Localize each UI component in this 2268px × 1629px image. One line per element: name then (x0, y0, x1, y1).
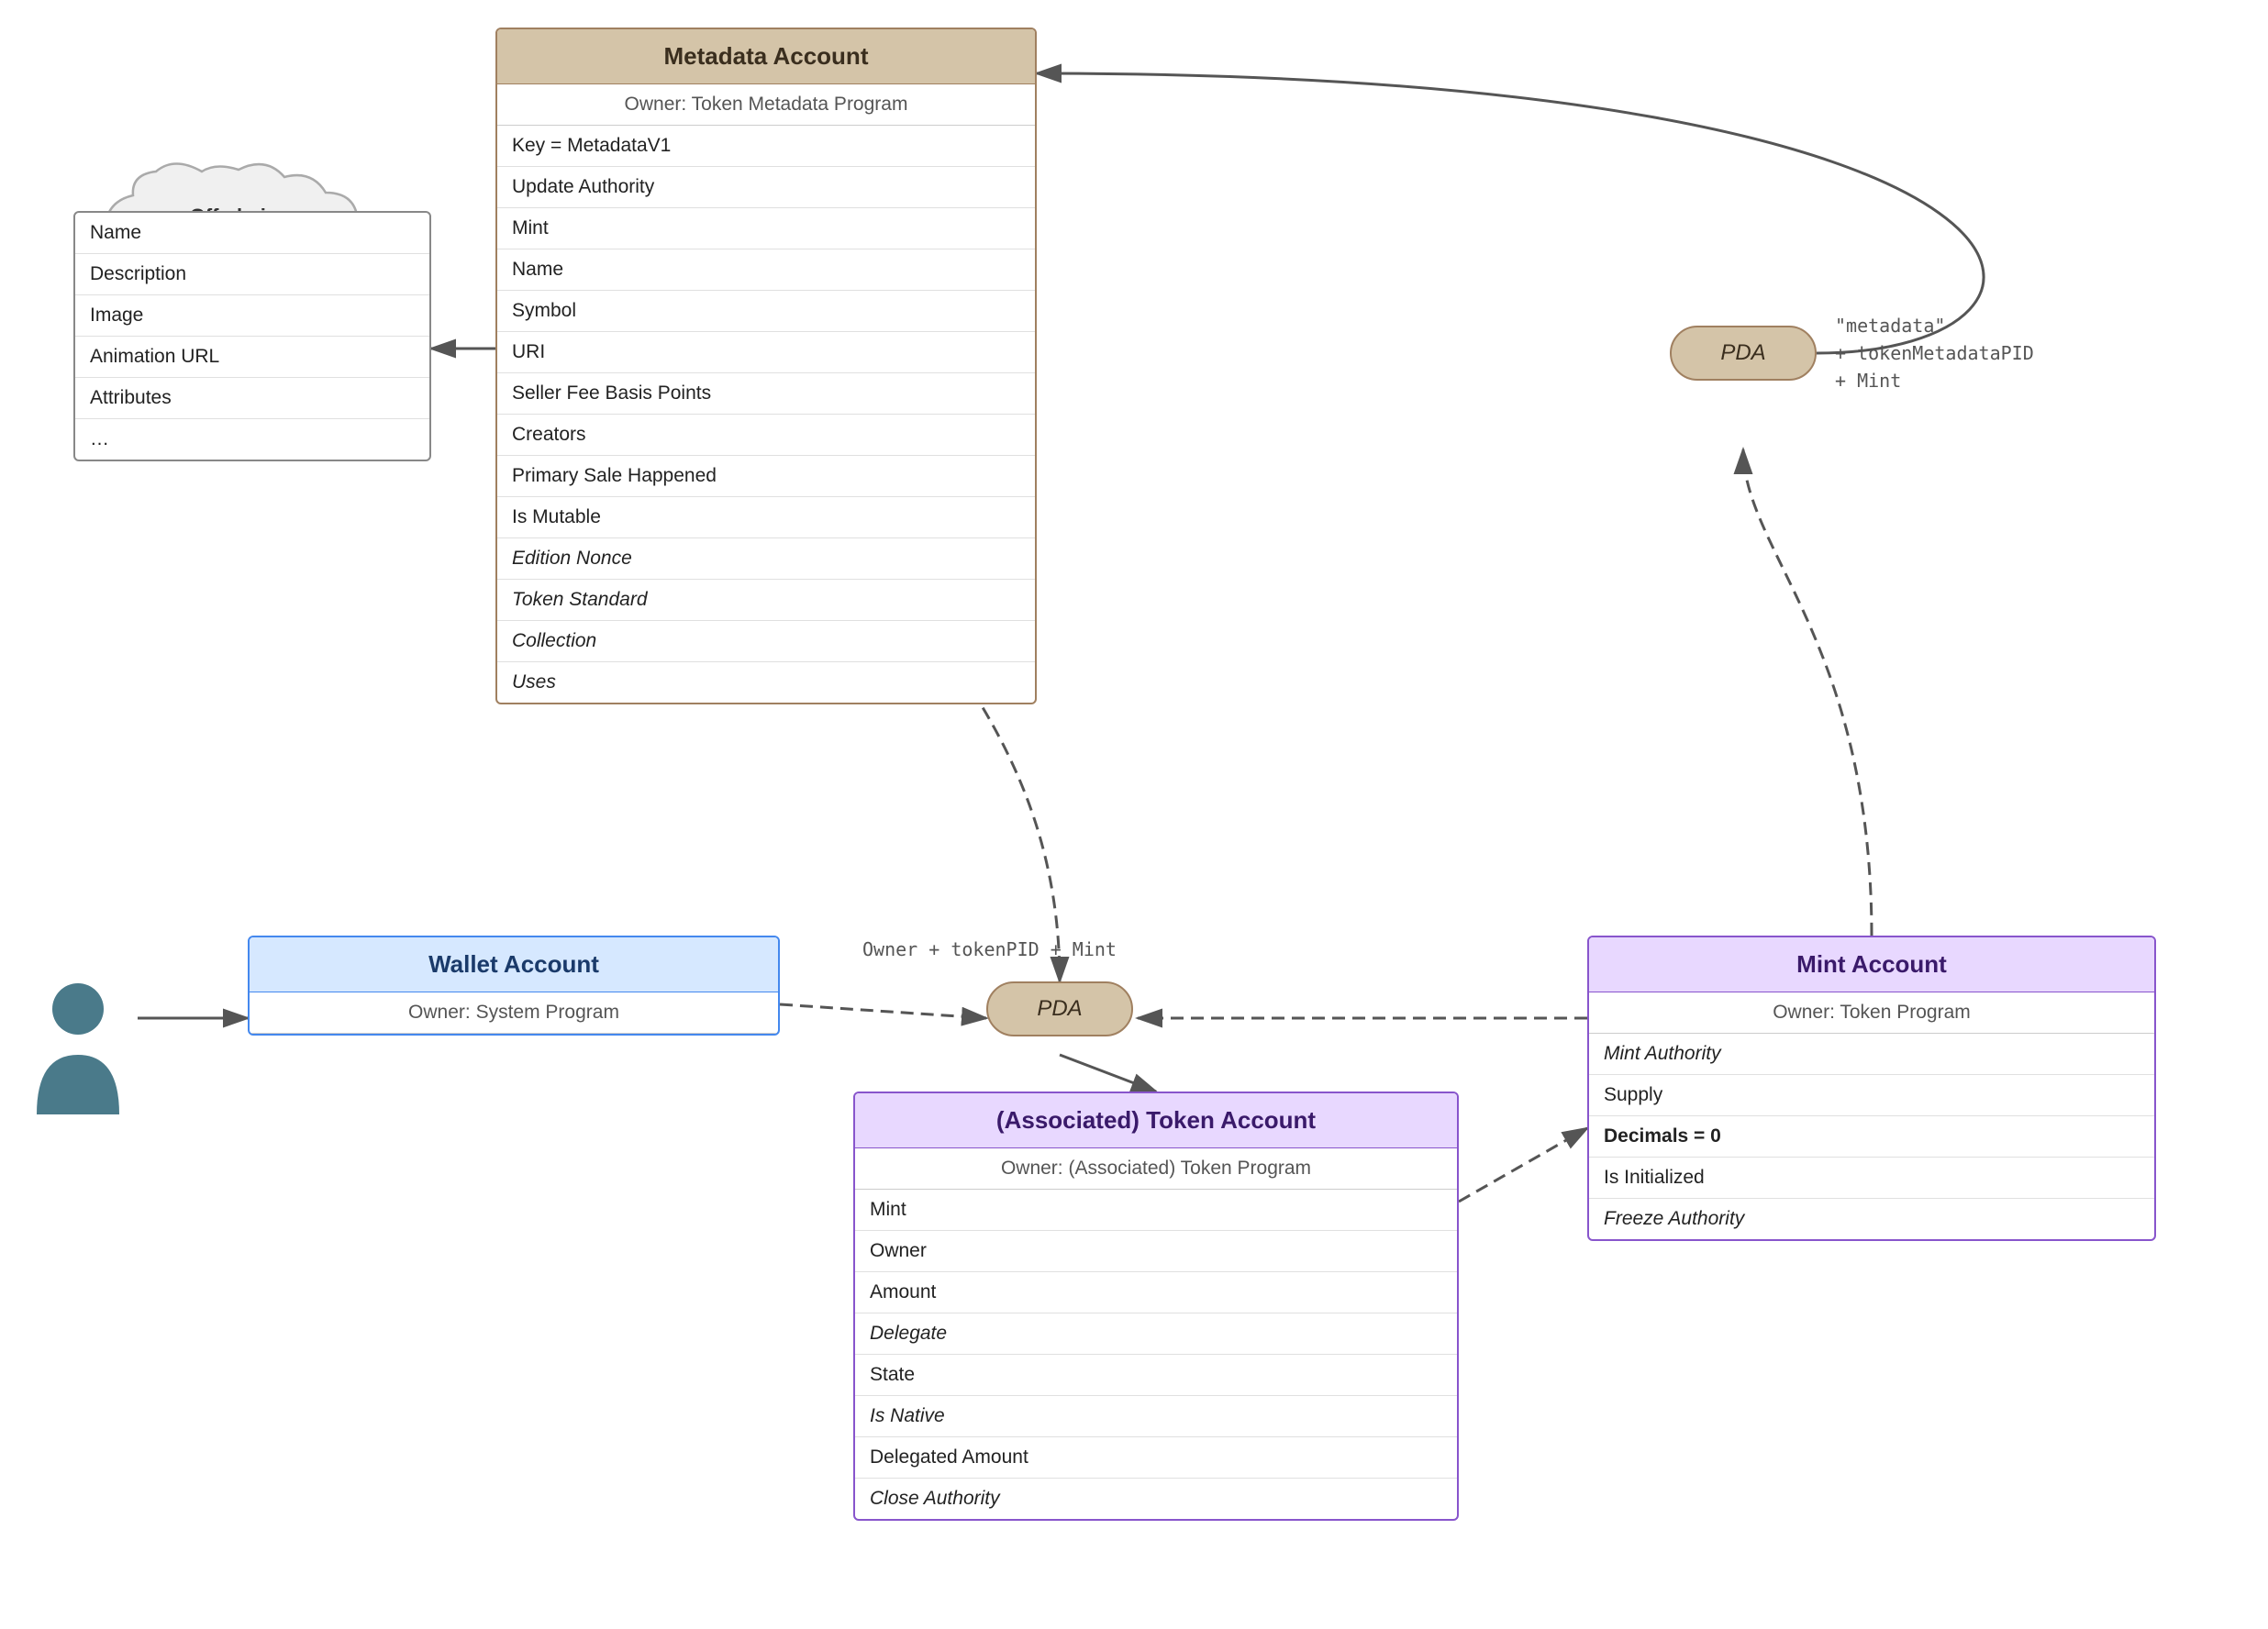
row-json-name: Name (75, 213, 429, 254)
mint-account-box: Mint Account Owner: Token Program Mint A… (1587, 936, 2156, 1241)
row-token-close-authority: Close Authority (855, 1479, 1457, 1519)
token-account-title: (Associated) Token Account (855, 1093, 1457, 1148)
row-json-image: Image (75, 295, 429, 337)
mint-account-owner: Owner: Token Program (1589, 992, 2154, 1034)
row-json-animation: Animation URL (75, 337, 429, 378)
row-seller-fee: Seller Fee Basis Points (497, 373, 1035, 415)
row-key: Key = MetadataV1 (497, 126, 1035, 167)
offchain-json-box: Name Description Image Animation URL Att… (73, 211, 431, 461)
pda-bottom-annotation: Owner + tokenPID + Mint (862, 936, 1117, 963)
metadata-account-box: Metadata Account Owner: Token Metadata P… (495, 28, 1037, 704)
metadata-account-owner: Owner: Token Metadata Program (497, 84, 1035, 126)
row-is-initialized: Is Initialized (1589, 1158, 2154, 1199)
row-token-owner: Owner (855, 1231, 1457, 1272)
row-json-attributes: Attributes (75, 378, 429, 419)
row-symbol: Symbol (497, 291, 1035, 332)
row-uri: URI (497, 332, 1035, 373)
pda-top-annotation: "metadata"+ tokenMetadataPID+ Mint (1835, 312, 2034, 394)
row-token-state: State (855, 1355, 1457, 1396)
row-update-authority: Update Authority (497, 167, 1035, 208)
row-supply: Supply (1589, 1075, 2154, 1116)
row-mint: Mint (497, 208, 1035, 249)
wallet-account-title: Wallet Account (250, 937, 778, 992)
row-token-delegate: Delegate (855, 1313, 1457, 1355)
pda-bottom-pill: PDA (986, 981, 1133, 1036)
row-edition-nonce: Edition Nonce (497, 538, 1035, 580)
row-name: Name (497, 249, 1035, 291)
wallet-account-owner: Owner: System Program (250, 992, 778, 1034)
person-icon (28, 972, 128, 1124)
row-token-amount: Amount (855, 1272, 1457, 1313)
row-creators: Creators (497, 415, 1035, 456)
row-collection: Collection (497, 621, 1035, 662)
metadata-account-title: Metadata Account (497, 29, 1035, 84)
row-freeze-authority: Freeze Authority (1589, 1199, 2154, 1239)
row-uses: Uses (497, 662, 1035, 703)
row-decimals: Decimals = 0 (1589, 1116, 2154, 1158)
mint-account-title: Mint Account (1589, 937, 2154, 992)
row-token-delegated-amount: Delegated Amount (855, 1437, 1457, 1479)
row-mint-authority: Mint Authority (1589, 1034, 2154, 1075)
row-token-mint: Mint (855, 1190, 1457, 1231)
pda-top-pill: PDA (1670, 326, 1817, 381)
row-is-mutable: Is Mutable (497, 497, 1035, 538)
row-token-is-native: Is Native (855, 1396, 1457, 1437)
row-json-ellipsis: … (75, 419, 429, 460)
diagram-container: Metadata Account Owner: Token Metadata P… (0, 0, 2268, 1629)
row-primary-sale: Primary Sale Happened (497, 456, 1035, 497)
row-token-standard: Token Standard (497, 580, 1035, 621)
row-json-description: Description (75, 254, 429, 295)
token-account-owner: Owner: (Associated) Token Program (855, 1148, 1457, 1190)
token-account-box: (Associated) Token Account Owner: (Assoc… (853, 1092, 1459, 1521)
wallet-account-box: Wallet Account Owner: System Program (248, 936, 780, 1036)
